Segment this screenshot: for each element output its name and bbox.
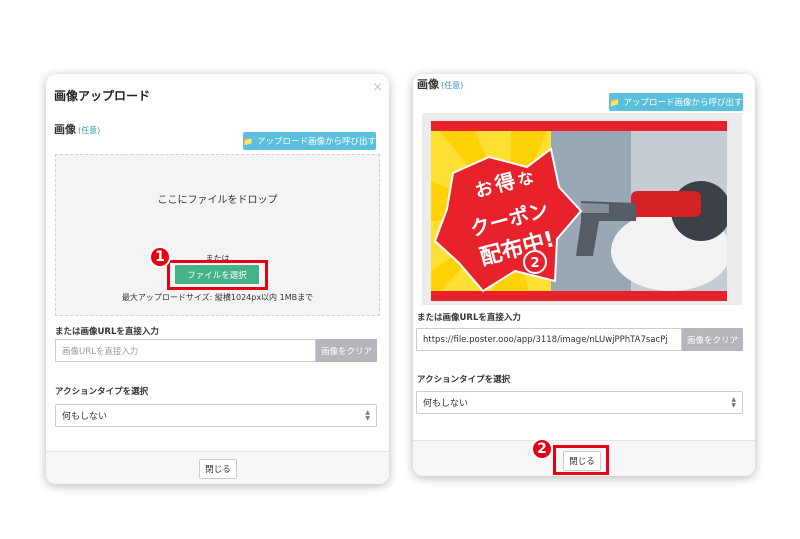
coupon-banner-image: お得な クーポン 配布中! 2: [431, 121, 727, 301]
url-label: または画像URLを直接入力: [55, 327, 159, 337]
step-badge-2: 2: [531, 438, 553, 460]
clear-image-button[interactable]: 画像をクリア: [682, 328, 743, 351]
url-label: または画像URLを直接入力: [417, 313, 521, 323]
image-url-input[interactable]: https://file.poster.ooo/app/3118/image/n…: [416, 328, 682, 351]
image-upload-modal-filled: 画像 (任意) 📁 アップロード画像から呼び出す お得な クーポン 配布中! 2…: [413, 74, 755, 476]
coupon-banner-graphic: お得な クーポン 配布中! 2: [431, 121, 727, 301]
modal-footer: 閉じる: [413, 440, 755, 476]
max-size-text: 最大アップロードサイズ: 縦横1024px以内 1MBまで: [121, 293, 314, 302]
dropzone-text: ここにファイルをドロップ: [157, 195, 278, 206]
folder-icon: 📁: [243, 136, 253, 146]
action-type-label: アクションタイプを選択: [55, 387, 149, 397]
clear-image-button[interactable]: 画像をクリア: [316, 339, 377, 362]
image-url-input[interactable]: 画像URLを直接入力: [55, 339, 316, 362]
image-label: 画像 (任意): [417, 78, 464, 91]
step-badge-1: 1: [149, 246, 171, 268]
modal-title: 画像アップロード: [54, 89, 151, 103]
upload-library-button[interactable]: 📁 アップロード画像から呼び出す: [243, 132, 376, 150]
image-label: 画像 (任意): [54, 123, 101, 136]
action-type-label: アクションタイプを選択: [417, 375, 511, 385]
file-dropzone[interactable]: ここにファイルをドロップ または 最大アップロードサイズ: 縦横1024px以内…: [55, 154, 380, 316]
close-button[interactable]: 閉じる: [199, 459, 237, 479]
optional-tag: (任意): [441, 81, 464, 90]
image-upload-modal: 画像アップロード × 画像 (任意) 📁 アップロード画像から呼び出す ここにファイ…: [46, 74, 389, 484]
close-icon[interactable]: ×: [372, 80, 383, 95]
modal-footer: 閉じる: [46, 451, 389, 484]
optional-tag: (任意): [78, 126, 101, 135]
action-type-select[interactable]: 何もしない ▲ ▼: [416, 391, 743, 414]
select-arrows-icon: ▲ ▼: [365, 409, 370, 422]
folder-icon: 📁: [609, 97, 620, 107]
close-button[interactable]: 閉じる: [563, 451, 601, 471]
select-file-button[interactable]: ファイルを選択: [175, 265, 259, 284]
action-type-select[interactable]: 何もしない ▲ ▼: [55, 404, 377, 427]
select-arrows-icon: ▲ ▼: [731, 396, 736, 409]
upload-library-button[interactable]: 📁 アップロード画像から呼び出す: [609, 93, 743, 111]
banner-step-badge: 2: [530, 256, 539, 271]
